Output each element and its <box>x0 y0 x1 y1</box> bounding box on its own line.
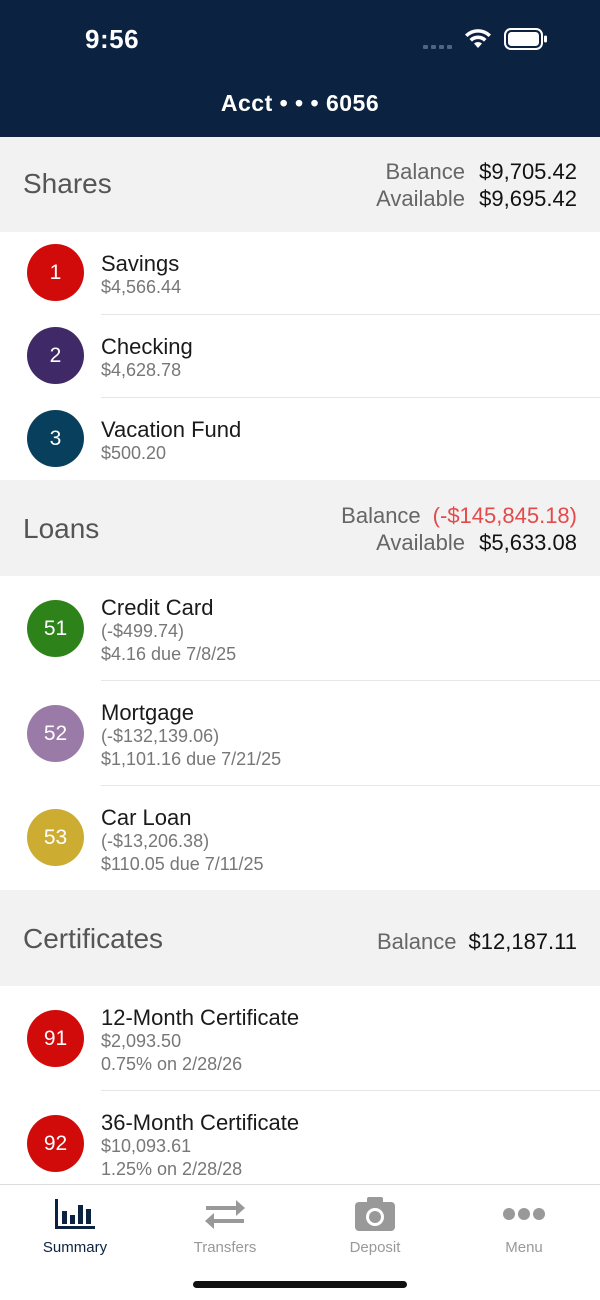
account-amount: $500.20 <box>101 443 167 463</box>
share-row-savings[interactable]: 1 Savings $4,566.44 <box>0 232 600 315</box>
rate-maturity: 1.25% on 2/28/28 <box>101 1159 243 1179</box>
share-row-vacation-fund[interactable]: 3 Vacation Fund $500.20 <box>0 398 600 480</box>
shares-section-header: Shares Balance $9,705.42 Available $9,69… <box>0 137 600 232</box>
shares-totals: Balance $9,705.42 Available $9,695.42 <box>376 158 577 212</box>
camera-icon <box>315 1193 435 1235</box>
payment-due: $1,101.16 due 7/21/25 <box>101 749 282 769</box>
account-name: 12-Month Certificate <box>101 1005 300 1030</box>
account-name: Checking <box>101 334 193 359</box>
tab-label: Deposit <box>349 1239 401 1256</box>
account-amount: (-$499.74) <box>101 621 185 641</box>
share-row-checking[interactable]: 2 Checking $4,628.78 <box>0 315 600 398</box>
battery-icon <box>504 28 548 50</box>
account-number-badge: 2 <box>27 327 84 384</box>
account-number-badge: 91 <box>27 1010 84 1067</box>
tab-label: Menu <box>505 1239 543 1256</box>
section-title: Certificates <box>23 923 164 954</box>
account-amount: $2,093.50 <box>101 1031 182 1051</box>
account-name: Vacation Fund <box>101 417 242 442</box>
tab-summary[interactable]: Summary <box>15 1193 135 1256</box>
account-number-badge: 52 <box>27 705 84 762</box>
home-indicator[interactable] <box>193 1281 407 1288</box>
account-name: Car Loan <box>101 805 192 830</box>
balance-label: Balance <box>377 929 457 954</box>
account-number-badge: 3 <box>27 410 84 467</box>
account-name: Savings <box>101 251 180 276</box>
loan-row-credit-card[interactable]: 51 Credit Card (-$499.74) $4.16 due 7/8/… <box>0 576 600 681</box>
account-amount: $10,093.61 <box>101 1136 192 1156</box>
payment-due: $110.05 due 7/11/25 <box>101 854 264 874</box>
certificate-row-36-month[interactable]: 92 36-Month Certificate $10,093.61 1.25%… <box>0 1091 600 1184</box>
tab-menu[interactable]: Menu <box>464 1193 584 1256</box>
balance-label: Balance <box>385 159 465 184</box>
loans-available: $5,633.08 <box>479 530 577 555</box>
section-title: Shares <box>23 168 112 199</box>
account-amount: (-$132,139.06) <box>101 726 220 746</box>
available-label: Available <box>376 530 465 555</box>
loans-balance: (-$145,845.18) <box>432 503 577 528</box>
more-dots-icon <box>464 1193 584 1235</box>
account-amount: $4,566.44 <box>101 277 182 297</box>
app-header: 9:56 Acct • • • 6056 <box>0 0 600 137</box>
certificates-section-header: Certificates Balance $12,187.11 <box>0 890 600 986</box>
tab-label: Transfers <box>193 1239 257 1256</box>
certificate-row-12-month[interactable]: 91 12-Month Certificate $2,093.50 0.75% … <box>0 986 600 1091</box>
payment-due: $4.16 due 7/8/25 <box>101 644 237 664</box>
available-label: Available <box>376 186 465 211</box>
status-time: 9:56 <box>85 24 140 54</box>
cellular-signal-icon <box>423 29 452 49</box>
account-name: Credit Card <box>101 595 214 620</box>
shares-available: $9,695.42 <box>479 186 577 211</box>
rate-maturity: 0.75% on 2/28/26 <box>101 1054 243 1074</box>
bar-chart-icon <box>15 1193 135 1235</box>
certificates-balance: $12,187.11 <box>468 929 577 954</box>
tab-deposit[interactable]: Deposit <box>315 1193 435 1256</box>
account-number-badge: 1 <box>27 244 84 301</box>
account-amount: $4,628.78 <box>101 360 182 380</box>
loan-row-mortgage[interactable]: 52 Mortgage (-$132,139.06) $1,101.16 due… <box>0 681 600 786</box>
certificates-totals: Balance $12,187.11 <box>377 928 577 955</box>
wifi-icon <box>464 28 492 50</box>
account-name: 36-Month Certificate <box>101 1110 300 1135</box>
account-amount: (-$13,206.38) <box>101 831 210 851</box>
account-name: Mortgage <box>101 700 194 725</box>
account-title: Acct • • • 6056 <box>220 90 380 116</box>
account-number-badge: 53 <box>27 809 84 866</box>
section-title: Loans <box>23 513 100 544</box>
tab-transfers[interactable]: Transfers <box>165 1193 285 1256</box>
transfer-arrows-icon <box>165 1193 285 1235</box>
loan-row-car-loan[interactable]: 53 Car Loan (-$13,206.38) $110.05 due 7/… <box>0 786 600 890</box>
loans-section-header: Loans Balance (-$145,845.18) Available $… <box>0 480 600 576</box>
status-icons <box>423 28 548 50</box>
account-number-badge: 92 <box>27 1115 84 1172</box>
balance-label: Balance <box>341 503 421 528</box>
account-number-badge: 51 <box>27 600 84 657</box>
loans-totals: Balance (-$145,845.18) Available $5,633.… <box>341 502 577 556</box>
tab-label: Summary <box>42 1239 108 1256</box>
shares-balance: $9,705.42 <box>479 159 577 184</box>
